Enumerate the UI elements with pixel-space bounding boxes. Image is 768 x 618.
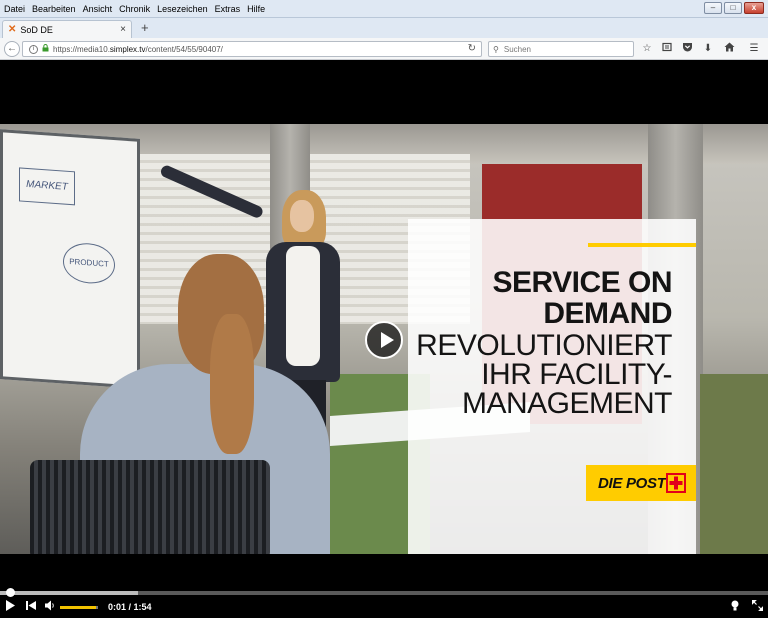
swiss-cross-icon <box>666 473 686 493</box>
volume-level <box>60 606 97 609</box>
menu-ansicht[interactable]: Ansicht <box>79 4 116 14</box>
menu-chronik[interactable]: Chronik <box>115 4 153 14</box>
home-icon[interactable] <box>722 42 736 56</box>
progress-bar[interactable] <box>0 588 768 597</box>
volume-slider[interactable] <box>60 606 98 609</box>
lightbulb-icon[interactable] <box>731 600 739 614</box>
pocket-icon[interactable] <box>680 42 694 56</box>
fullscreen-icon[interactable] <box>751 599 764 613</box>
seek-handle[interactable] <box>5 588 15 597</box>
tab-sod-de[interactable]: ✕ SoD DE × <box>2 20 132 38</box>
bookmark-star-icon[interactable]: ☆ <box>640 42 654 56</box>
menu-extras[interactable]: Extras <box>211 4 244 14</box>
tab-title: SoD DE <box>20 24 53 35</box>
browser-window: Datei Bearbeiten Ansicht Chronik Lesezei… <box>0 0 768 618</box>
skip-back-icon[interactable] <box>26 601 36 612</box>
yellow-accent-bar <box>588 243 696 247</box>
tab-strip: ✕ SoD DE × + <box>0 18 768 38</box>
die-post-logo: DIE POST <box>586 465 696 501</box>
video-frame[interactable]: MARKET PRODUCT SERVICE ON DEMAND REVOLUT… <box>0 124 768 554</box>
buffered-range <box>0 591 139 595</box>
simplex-x-icon: ✕ <box>8 24 17 35</box>
lock-icon <box>42 44 49 54</box>
new-tab-button[interactable]: + <box>141 21 149 34</box>
minimize-button[interactable]: – <box>704 2 722 14</box>
search-field[interactable]: ⚲ Suchen <box>488 41 634 57</box>
menu-bearbeiten[interactable]: Bearbeiten <box>28 4 79 14</box>
time-display: 0:01 / 1:54 <box>108 602 152 612</box>
menu-datei[interactable]: Datei <box>0 4 28 14</box>
headline-subtitle: REVOLUTIONIERT IHR FACILITY- MANAGEMENT <box>416 329 672 420</box>
menu-lesezeichen[interactable]: Lesezeichen <box>153 4 211 14</box>
search-icon: ⚲ <box>493 44 499 54</box>
play-icon[interactable] <box>6 600 15 613</box>
headline-card: SERVICE ON DEMAND REVOLUTIONIERT IHR FAC… <box>408 219 696 554</box>
search-placeholder: Suchen <box>503 44 531 54</box>
navigation-bar: ← i https://media10.simplex.tv/content/5… <box>0 38 768 60</box>
play-overlay-button[interactable] <box>365 321 403 359</box>
url-bar[interactable]: i https://media10.simplex.tv/content/54/… <box>22 41 482 57</box>
maximize-button[interactable]: □ <box>724 2 742 14</box>
mesh-chair <box>30 460 270 554</box>
window-controls: – □ x <box>704 2 764 14</box>
menu-bar: Datei Bearbeiten Ansicht Chronik Lesezei… <box>0 0 768 18</box>
player-controls: 0:01 / 1:54 <box>0 597 768 618</box>
close-tab-icon[interactable]: × <box>120 24 126 35</box>
flipchart-market-label: MARKET <box>19 167 75 206</box>
back-button[interactable]: ← <box>4 41 20 57</box>
url-text: https://media10.simplex.tv/content/54/55… <box>53 44 223 54</box>
green-cabinet <box>700 374 768 554</box>
close-window-button[interactable]: x <box>744 2 764 14</box>
reload-icon[interactable]: ↻ <box>468 43 476 54</box>
reading-list-icon[interactable] <box>660 42 674 56</box>
volume-icon[interactable] <box>45 600 56 613</box>
headline-bold: SERVICE ON DEMAND <box>492 266 673 330</box>
hamburger-menu-icon[interactable]: ☰ <box>747 42 761 56</box>
arrow-left-icon: ← <box>7 43 17 54</box>
info-icon[interactable]: i <box>29 44 38 54</box>
menu-hilfe[interactable]: Hilfe <box>243 4 268 14</box>
download-icon[interactable]: ⬇ <box>701 42 715 56</box>
